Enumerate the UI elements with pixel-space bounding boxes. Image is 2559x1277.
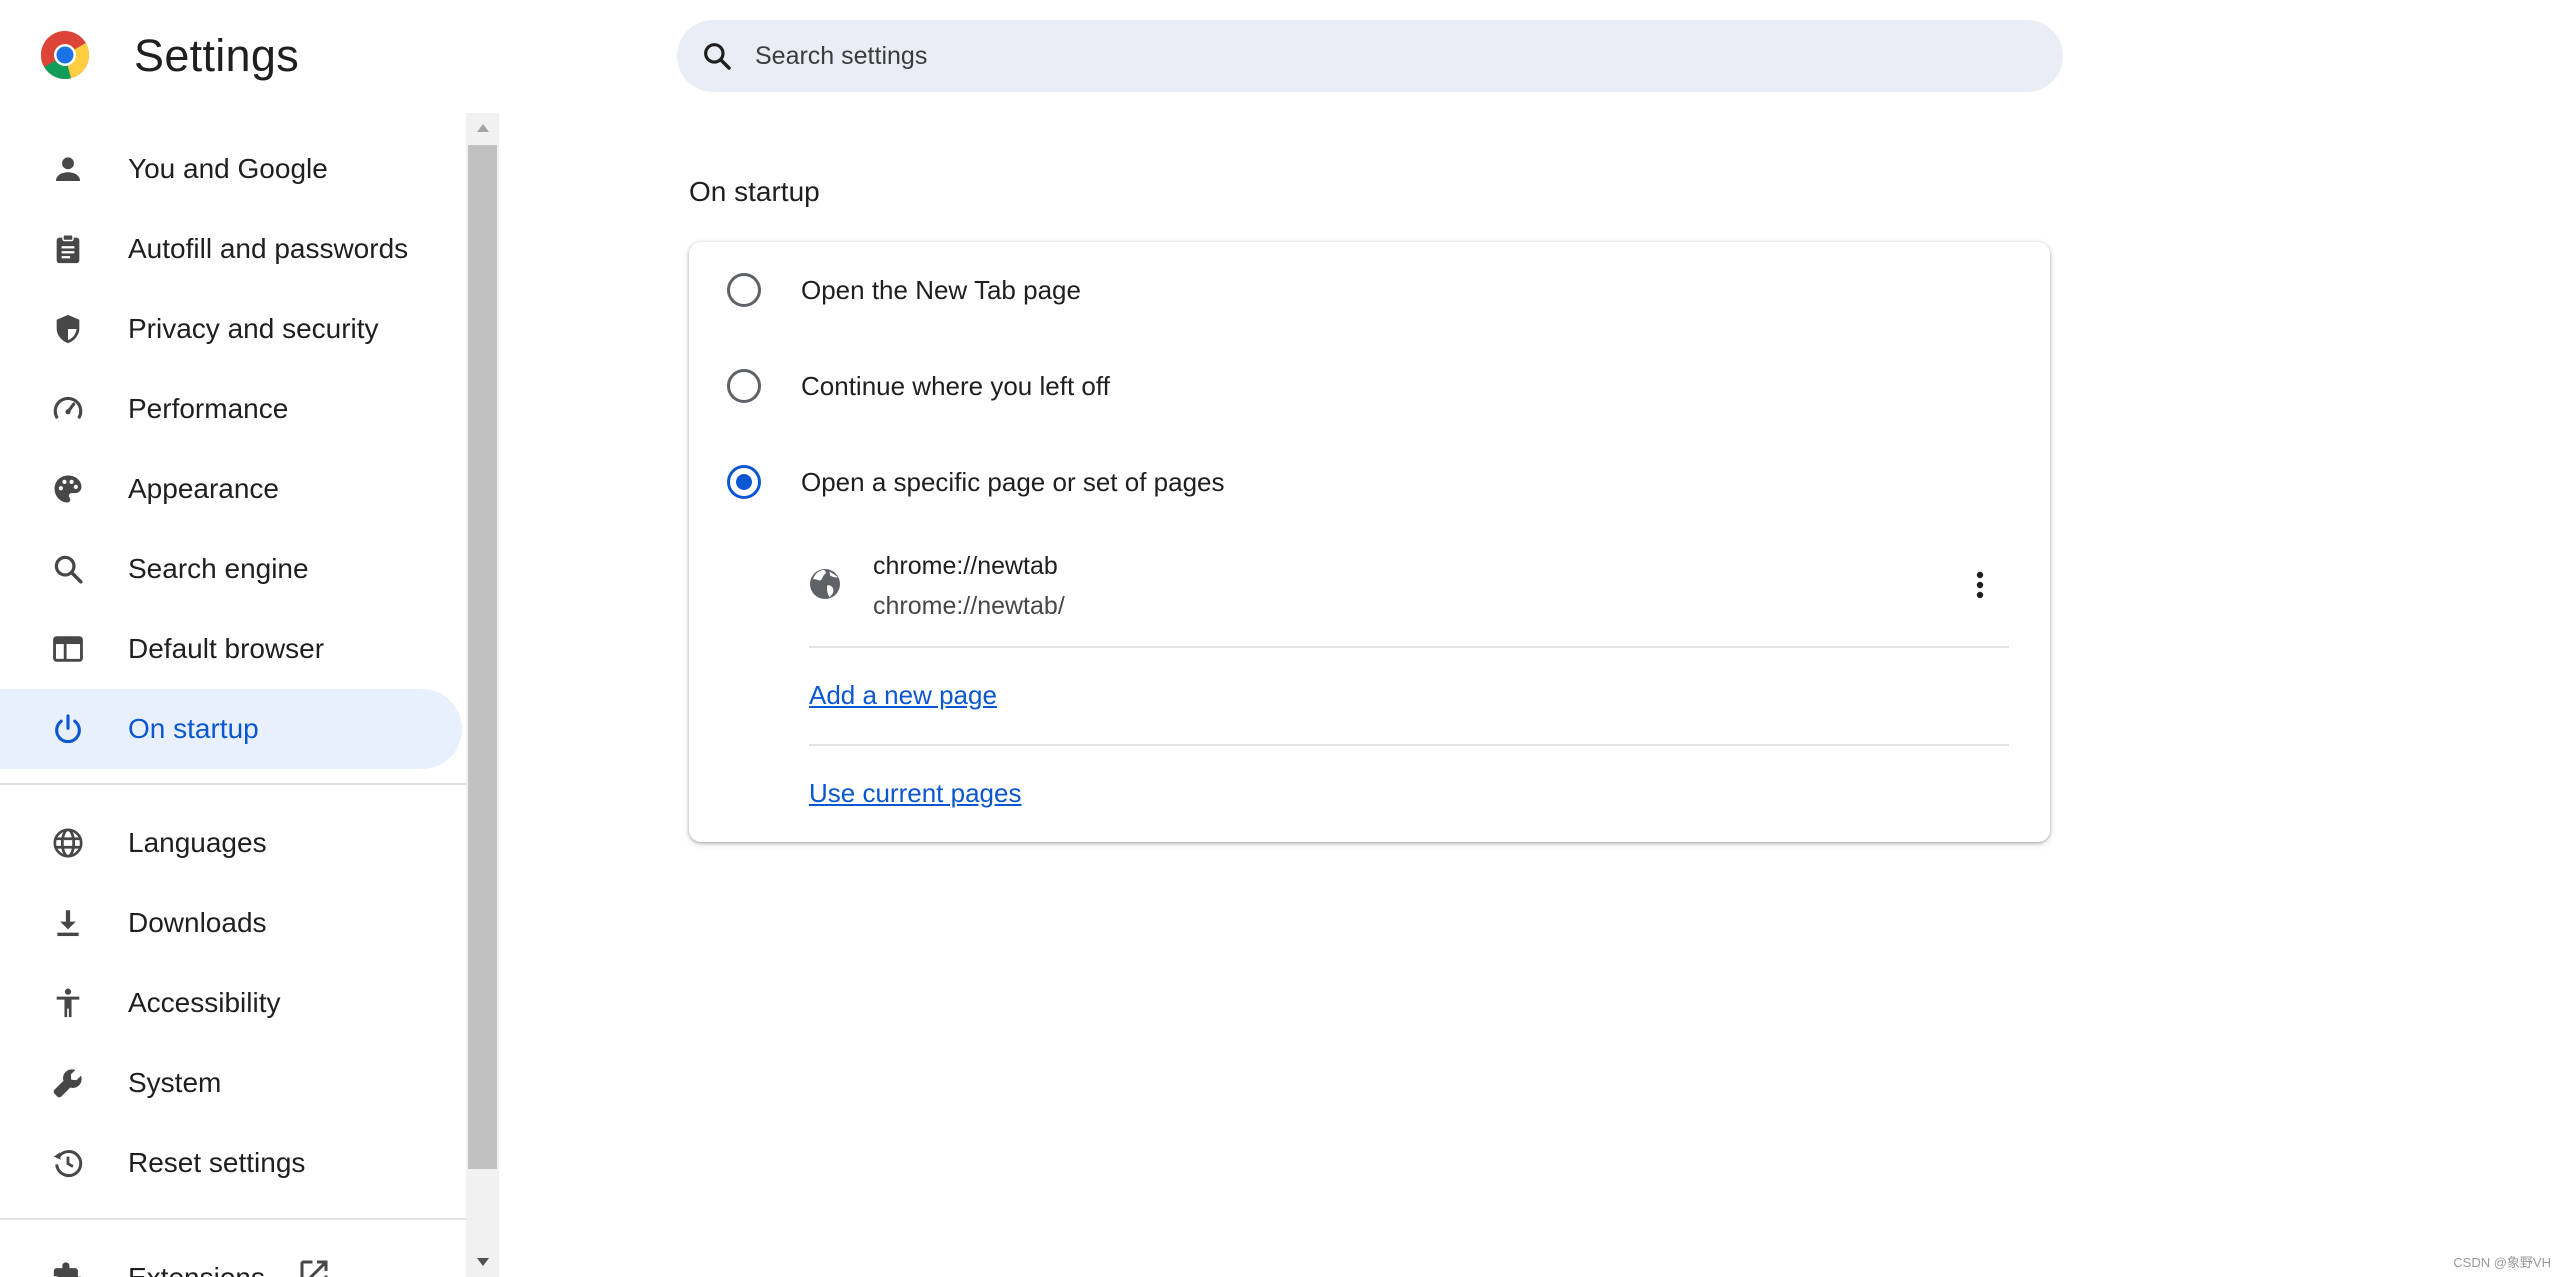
more-actions-icon[interactable] xyxy=(1959,564,2001,606)
sidebar-item-default-browser[interactable]: Default browser xyxy=(0,609,462,689)
radio-option-continue[interactable]: Continue where you left off xyxy=(689,346,2050,426)
radio-label: Continue where you left off xyxy=(801,370,1110,401)
sidebar-item-autofill[interactable]: Autofill and passwords xyxy=(0,209,462,289)
section-title: On startup xyxy=(689,176,820,207)
sidebar-item-label: Extensions xyxy=(128,1262,265,1277)
accessibility-icon xyxy=(48,983,88,1023)
page-title: chrome://newtab xyxy=(873,552,1058,580)
sidebar-item-search-engine[interactable]: Search engine xyxy=(0,529,462,609)
clipboard-icon xyxy=(48,229,88,269)
sidebar-item-performance[interactable]: Performance xyxy=(0,369,462,449)
external-link-icon xyxy=(296,1256,332,1277)
globe-icon xyxy=(48,823,88,863)
radio-option-specific-pages[interactable]: Open a specific page or set of pages xyxy=(689,442,2050,522)
radio-label: Open a specific page or set of pages xyxy=(801,466,1225,497)
scroll-down-arrow-icon[interactable] xyxy=(466,1247,499,1277)
sidebar-item-label: Performance xyxy=(128,393,289,424)
sidebar-item-label: You and Google xyxy=(128,153,328,184)
sidebar-item-label: Appearance xyxy=(128,473,280,504)
power-icon xyxy=(48,709,88,749)
scrollbar-thumb[interactable] xyxy=(468,145,497,1169)
history-icon xyxy=(48,1143,88,1183)
app-title: Settings xyxy=(134,30,299,81)
sidebar-item-accessibility[interactable]: Accessibility xyxy=(0,963,462,1043)
sidebar-item-label: Downloads xyxy=(128,907,267,938)
sidebar-item-on-startup[interactable]: On startup xyxy=(0,689,462,769)
card-divider xyxy=(809,646,2009,648)
add-new-page-link[interactable]: Add a new page xyxy=(809,680,997,711)
search-icon xyxy=(48,549,88,589)
sidebar-item-label: Reset settings xyxy=(128,1147,306,1178)
radio-button-checked[interactable] xyxy=(727,465,761,499)
wrench-icon xyxy=(48,1063,88,1103)
chrome-logo-icon xyxy=(40,30,90,80)
sidebar-item-you-and-google[interactable]: You and Google xyxy=(0,129,462,209)
radio-button[interactable] xyxy=(727,273,761,307)
sidebar-item-system[interactable]: System xyxy=(0,1043,462,1123)
startup-card: Open the New Tab page Continue where you… xyxy=(689,242,2050,842)
palette-icon xyxy=(48,469,88,509)
sidebar-divider xyxy=(0,783,466,785)
settings-app: Settings You and Google Autofill and pas… xyxy=(0,0,2559,1277)
sidebar-item-label: Autofill and passwords xyxy=(128,233,409,264)
shield-icon xyxy=(48,309,88,349)
use-current-pages-link[interactable]: Use current pages xyxy=(809,778,1021,809)
person-icon xyxy=(48,149,88,189)
speedometer-icon xyxy=(48,389,88,429)
watermark: CSDN @象野VH xyxy=(2453,1255,2551,1270)
startup-page-entry: chrome://newtab chrome://newtab/ xyxy=(689,542,2050,628)
sidebar-item-label: Privacy and security xyxy=(128,313,379,344)
sidebar: You and Google Autofill and passwords Pr… xyxy=(0,113,466,1277)
sidebar-item-label: Search engine xyxy=(128,553,309,584)
sidebar-item-label: Default browser xyxy=(128,633,325,664)
sidebar-item-label: System xyxy=(128,1067,222,1098)
radio-option-new-tab[interactable]: Open the New Tab page xyxy=(689,250,2050,330)
sidebar-item-extensions[interactable]: Extensions xyxy=(0,1238,462,1277)
sidebar-item-label: Languages xyxy=(128,827,267,858)
sidebar-item-reset-settings[interactable]: Reset settings xyxy=(0,1123,462,1203)
card-divider xyxy=(809,744,2009,746)
sidebar-item-privacy[interactable]: Privacy and security xyxy=(0,289,462,369)
radio-label: Open the New Tab page xyxy=(801,274,1081,305)
page-url: chrome://newtab/ xyxy=(873,592,1065,620)
sidebar-item-languages[interactable]: Languages xyxy=(0,803,462,883)
sidebar-item-label: On startup xyxy=(128,713,259,744)
search-input[interactable] xyxy=(755,41,1955,71)
globe-icon xyxy=(807,566,843,602)
search-icon xyxy=(701,39,735,73)
radio-button[interactable] xyxy=(727,369,761,403)
sidebar-scrollbar[interactable] xyxy=(466,113,499,1277)
scroll-up-arrow-icon[interactable] xyxy=(466,113,499,143)
sidebar-item-downloads[interactable]: Downloads xyxy=(0,883,462,963)
sidebar-item-label: Accessibility xyxy=(128,987,281,1018)
sidebar-divider xyxy=(0,1218,466,1220)
search-box[interactable] xyxy=(677,20,2063,92)
download-icon xyxy=(48,903,88,943)
browser-window-icon xyxy=(48,629,88,669)
puzzle-icon xyxy=(48,1258,88,1277)
sidebar-item-appearance[interactable]: Appearance xyxy=(0,449,462,529)
